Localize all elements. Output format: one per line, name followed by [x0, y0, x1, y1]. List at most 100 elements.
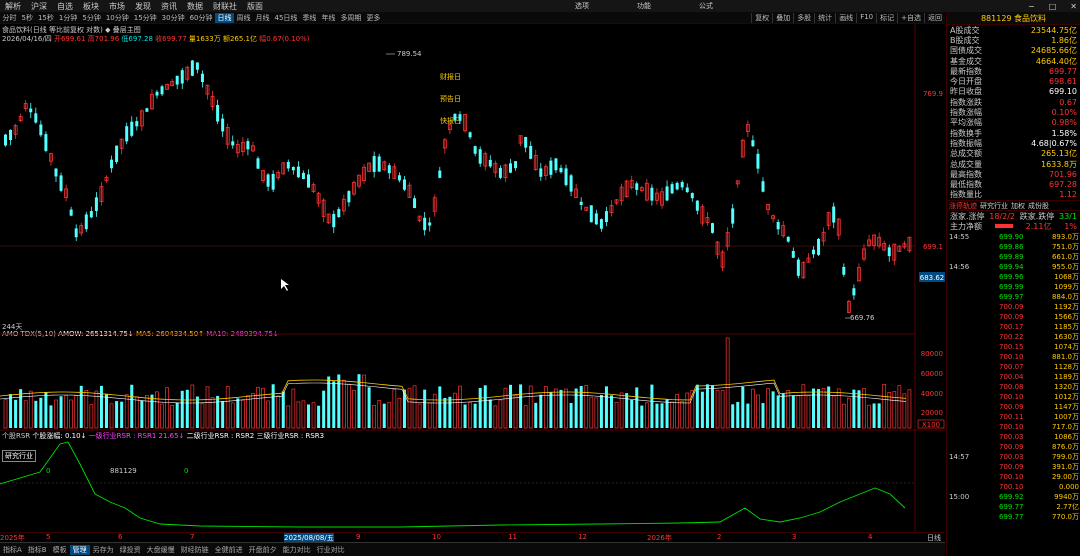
period-14[interactable]: 年线 [319, 13, 338, 23]
indicator-tab-4[interactable]: 另存为 [90, 545, 117, 555]
period-9[interactable]: 日线 [215, 12, 235, 23]
period-8[interactable]: 60分钟 [187, 13, 215, 23]
tool-1[interactable]: 叠加 [772, 12, 793, 23]
volume-bar [120, 401, 124, 428]
indicator-tab-11[interactable]: 行业对比 [314, 545, 348, 555]
period-7[interactable]: 30分钟 [159, 13, 187, 23]
stat-row: 平均涨幅 0.98% [947, 118, 1080, 128]
volume-bar [124, 394, 129, 429]
tool-3[interactable]: 统计 [814, 12, 835, 23]
tool-4[interactable]: 画线 [835, 12, 856, 23]
period-4[interactable]: 5分钟 [80, 13, 103, 23]
candle-body [761, 181, 765, 192]
tool-7[interactable]: +自选 [897, 12, 924, 23]
indicator-tab-0[interactable]: 指标A [0, 545, 25, 555]
period-12[interactable]: 45日线 [272, 13, 300, 23]
tick-volume: 1068万 [1054, 272, 1079, 281]
menu-item-6[interactable]: 资讯 [156, 1, 182, 12]
menu-item-7[interactable]: 数据 [182, 1, 208, 12]
volume-bar [872, 403, 876, 428]
tick-row: 699.97 884.0万 [947, 292, 1080, 302]
volume-bar [69, 399, 74, 429]
period-5[interactable]: 10分钟 [103, 13, 131, 23]
period-2[interactable]: 15秒 [35, 13, 56, 23]
tick-list[interactable]: 14:55 699.90 893.0万 699.86 751.0万 699.89 661.0… [947, 232, 1080, 522]
menu-item-0[interactable]: 解析 [0, 1, 26, 12]
minimize-button[interactable]: − [1028, 2, 1035, 11]
tool-2[interactable]: 多股 [793, 12, 814, 23]
maximize-button[interactable]: □ [1049, 2, 1057, 11]
stat-row: 今日开盘 698.61 [947, 76, 1080, 86]
candle-body [286, 161, 290, 169]
tool-8[interactable]: 返回 [924, 12, 945, 23]
volume-bar [322, 390, 326, 428]
indicator-tab-1[interactable]: 指标B [25, 545, 50, 555]
indicator-tab-5[interactable]: 绿投资 [117, 545, 144, 555]
volume-bar [34, 400, 38, 428]
panel-tab-1[interactable]: 研究行业 [980, 201, 1008, 211]
menu-item-1[interactable]: 沪深 [26, 1, 52, 12]
volume-bar [736, 401, 740, 428]
candle-body [271, 173, 275, 190]
indicator-tab-8[interactable]: 全健前进 [212, 545, 246, 555]
volume-bar [776, 395, 780, 428]
indicator-tab-2[interactable]: 模板 [50, 545, 70, 555]
main-flow-row: 主力净额 2.11亿 1% [950, 221, 1077, 231]
volume-bar [887, 392, 892, 429]
indicator-tab-3[interactable]: 管理 [69, 544, 90, 555]
period-6[interactable]: 15分钟 [131, 13, 159, 23]
tick-price: 699.97 [999, 292, 1024, 301]
panel-tab-0[interactable]: 涨停轨迹 [949, 201, 977, 211]
menu-item-4[interactable]: 市场 [104, 1, 130, 12]
indicator-tab-6[interactable]: 大盘缓慢 [144, 545, 178, 555]
tool-6[interactable]: 标记 [876, 12, 897, 23]
panel-tab-3[interactable]: 成份股 [1028, 201, 1049, 211]
indicator-tab-10[interactable]: 能力对比 [280, 545, 314, 555]
volume-bar [311, 402, 316, 429]
tool-0[interactable]: 复权 [751, 12, 772, 23]
period-0[interactable]: 分时 [0, 13, 19, 23]
volume-bar [650, 384, 654, 428]
menu-item-2[interactable]: 自选 [52, 1, 78, 12]
tick-volume: 1074万 [1054, 342, 1079, 351]
candle-body [680, 182, 684, 188]
stat-row: 指数振幅 4.68|0.67% [947, 138, 1080, 148]
stat-value: 0.67 [1059, 97, 1077, 107]
menu-item-3[interactable]: 板块 [78, 1, 104, 12]
menu-center-1[interactable]: 功能 [637, 1, 651, 11]
period-3[interactable]: 1分钟 [56, 13, 79, 23]
menu-item-8[interactable]: 财联社 [208, 1, 242, 12]
volume-bar [342, 379, 346, 429]
close-button[interactable]: ✕ [1070, 2, 1077, 11]
candle-body [347, 191, 351, 203]
candle-body [478, 149, 482, 164]
indicator-tab-9[interactable]: 开盘前夕 [246, 545, 280, 555]
menu-center-2[interactable]: 公式 [699, 1, 713, 11]
menu-center-0[interactable]: 选项 [575, 1, 589, 11]
volume-bar [286, 405, 291, 429]
period-13[interactable]: 季线 [300, 13, 319, 23]
period-11[interactable]: 月线 [253, 13, 272, 23]
menu-item-9[interactable]: 版面 [242, 1, 268, 12]
tool-5[interactable]: F10 [856, 12, 876, 23]
volume-bar [382, 403, 386, 428]
tick-row: 14:55 699.90 893.0万 [947, 232, 1080, 242]
period-15[interactable]: 多周期 [338, 13, 364, 23]
volume-bar [594, 397, 599, 429]
volume-bar [337, 374, 341, 428]
panel-tab-2[interactable]: 加权 [1011, 201, 1025, 211]
volume-bar [130, 384, 134, 428]
tick-price: 700.07 [999, 362, 1024, 371]
volume-bar [846, 397, 851, 429]
period-16[interactable]: 更多 [364, 13, 383, 23]
tick-price: 700.09 [999, 302, 1024, 311]
indicator-tab-7[interactable]: 财经防链 [178, 545, 212, 555]
volume-bar [473, 403, 477, 428]
chart-area[interactable]: 食品饮料(日线 等比前复权 对数) ◆ 叠层主图 2026/04/16/四 开6… [0, 24, 945, 532]
volume-bar [761, 403, 765, 428]
period-10[interactable]: 周线 [234, 13, 253, 23]
menu-item-5[interactable]: 发现 [130, 1, 156, 12]
kline-chart[interactable]: 769.9 699.1 683.62 789.54 669.76 财报日预告日快报日 800… [0, 24, 945, 532]
period-1[interactable]: 5秒 [19, 13, 35, 23]
candle-body [549, 160, 553, 175]
